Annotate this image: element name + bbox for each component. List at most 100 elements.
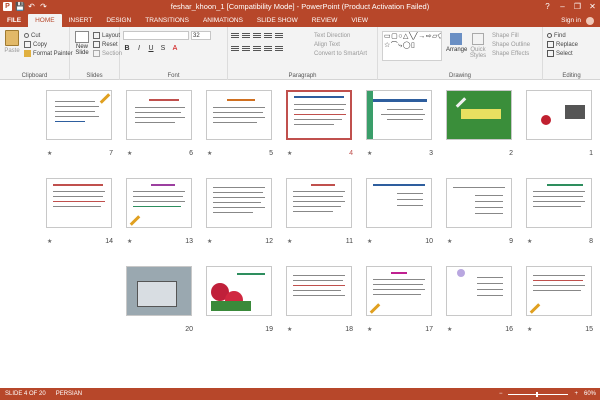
slide-thumbnail[interactable] <box>446 266 512 316</box>
slide-thumbnail[interactable] <box>366 90 432 140</box>
slide-thumbnail[interactable] <box>46 178 112 228</box>
minimize-button[interactable]: – <box>555 0 570 13</box>
justify-icon[interactable] <box>264 46 272 52</box>
slide-number: 20 <box>185 326 193 333</box>
slide-thumbnail[interactable] <box>366 266 432 316</box>
font-color-button[interactable]: A <box>171 45 179 52</box>
slide-thumbnail[interactable] <box>206 178 272 228</box>
slide-thumbnail[interactable] <box>446 178 512 228</box>
shape-outline-button[interactable]: Shape Outline <box>492 40 530 49</box>
tab-transitions[interactable]: TRANSITIONS <box>138 14 196 27</box>
text-direction-button[interactable]: Text Direction <box>314 31 367 40</box>
slide-thumbnail[interactable] <box>366 178 432 228</box>
tab-design[interactable]: DESIGN <box>99 14 138 27</box>
tab-home[interactable]: HOME <box>28 14 62 27</box>
strikethrough-button[interactable]: S <box>159 45 167 52</box>
slide-thumbnail[interactable] <box>126 266 192 316</box>
zoom-in-button[interactable]: + <box>574 391 578 397</box>
select-button[interactable]: Select <box>547 49 578 58</box>
star-icon: ★ <box>447 327 453 333</box>
slide-thumbnail[interactable] <box>526 90 592 140</box>
star-icon: ★ <box>207 239 213 245</box>
redo-icon[interactable]: ↷ <box>39 0 48 13</box>
italic-button[interactable]: I <box>135 45 143 52</box>
close-button[interactable]: ✕ <box>585 0 600 13</box>
slide-thumbnail[interactable] <box>126 90 192 140</box>
slide-thumbnail[interactable] <box>526 266 592 316</box>
slide-thumbnail[interactable] <box>126 178 192 228</box>
select-label: Select <box>556 50 573 57</box>
underline-button[interactable]: U <box>147 45 155 52</box>
align-right-icon[interactable] <box>253 46 261 52</box>
tab-animations[interactable]: ANIMATIONS <box>196 14 250 27</box>
tab-review[interactable]: REVIEW <box>305 14 345 27</box>
slide-thumbnail[interactable] <box>46 90 112 140</box>
layout-icon <box>93 32 100 39</box>
replace-button[interactable]: Replace <box>547 40 578 49</box>
drawing-group-label: Drawing <box>448 73 471 79</box>
language-indicator[interactable]: PERSIAN <box>56 391 82 397</box>
ribbon-tabs: FILE HOME INSERT DESIGN TRANSITIONS ANIM… <box>0 13 600 27</box>
slide-thumbnail-selected[interactable] <box>286 90 352 140</box>
decrease-indent-icon[interactable] <box>253 33 261 39</box>
slide-thumbnail[interactable] <box>286 178 352 228</box>
tab-insert[interactable]: INSERT <box>62 14 100 27</box>
paste-button[interactable]: Paste <box>3 30 21 54</box>
font-group: 32 B I U S A Font <box>120 27 228 80</box>
font-family-input[interactable] <box>123 31 189 40</box>
columns-icon[interactable] <box>275 46 283 52</box>
arrange-button[interactable]: Arrange <box>446 33 467 53</box>
format-painter-button[interactable]: Format Painter <box>24 49 73 58</box>
undo-icon[interactable]: ↶ <box>27 0 36 13</box>
bullets-icon[interactable] <box>231 33 239 39</box>
star-icon: ★ <box>207 151 213 157</box>
zoom-level[interactable]: 60% <box>584 391 596 397</box>
tab-view[interactable]: VIEW <box>344 14 375 27</box>
section-icon <box>93 50 100 57</box>
slide-number: 15 <box>585 326 593 333</box>
clipboard-group: Paste Cut Copy Format Painter Clipboard <box>0 27 73 80</box>
cut-button[interactable]: Cut <box>24 31 73 40</box>
reset-button[interactable]: Reset <box>93 40 122 49</box>
paragraph-group-label: Paragraph <box>288 73 317 79</box>
section-button[interactable]: Section <box>93 49 122 58</box>
sign-in-link[interactable]: Sign in <box>561 14 600 27</box>
new-slide-label: New Slide <box>75 44 89 56</box>
slide-number: 2 <box>509 150 513 157</box>
shapes-gallery[interactable]: ▭▢○△╲╱→⇨▱⬠{}☆⌒⤷◯▯ <box>382 31 442 61</box>
reset-icon <box>93 41 100 48</box>
quick-access-toolbar: P 💾 ↶ ↷ <box>0 0 48 13</box>
save-icon[interactable]: 💾 <box>15 0 25 13</box>
new-slide-button[interactable]: New Slide <box>73 31 91 56</box>
layout-button[interactable]: Layout <box>93 31 122 40</box>
slide-thumbnail[interactable] <box>206 90 272 140</box>
line-spacing-icon[interactable] <box>275 33 283 39</box>
quick-styles-button[interactable]: Quick Styles <box>468 33 488 59</box>
font-size-input[interactable]: 32 <box>191 31 211 40</box>
increase-indent-icon[interactable] <box>264 33 272 39</box>
slide-thumbnail[interactable] <box>286 266 352 316</box>
zoom-out-button[interactable]: − <box>499 391 503 397</box>
tab-slide-show[interactable]: SLIDE SHOW <box>250 14 305 27</box>
slide-thumbnail[interactable] <box>526 178 592 228</box>
copy-button[interactable]: Copy <box>24 40 73 49</box>
align-left-icon[interactable] <box>231 46 239 52</box>
slide-thumbnail[interactable] <box>206 266 272 316</box>
restore-button[interactable]: ❐ <box>570 0 585 13</box>
layout-label: Layout <box>102 32 121 39</box>
tab-file[interactable]: FILE <box>0 14 29 27</box>
find-button[interactable]: Find <box>547 31 578 40</box>
align-text-button[interactable]: Align Text <box>314 40 367 49</box>
shape-fill-button[interactable]: Shape Fill <box>492 31 530 40</box>
align-center-icon[interactable] <box>242 46 250 52</box>
bold-button[interactable]: B <box>123 45 131 52</box>
slide-thumbnail[interactable] <box>446 90 512 140</box>
convert-smartart-button[interactable]: Convert to SmartArt <box>314 49 367 58</box>
numbering-icon[interactable] <box>242 33 250 39</box>
shape-outline-label: Shape Outline <box>492 41 531 48</box>
zoom-slider-thumb[interactable] <box>536 391 539 397</box>
shape-effects-button[interactable]: Shape Effects <box>492 49 530 58</box>
help-button[interactable]: ? <box>540 0 555 13</box>
select-icon <box>547 50 554 57</box>
zoom-slider[interactable] <box>508 391 569 397</box>
